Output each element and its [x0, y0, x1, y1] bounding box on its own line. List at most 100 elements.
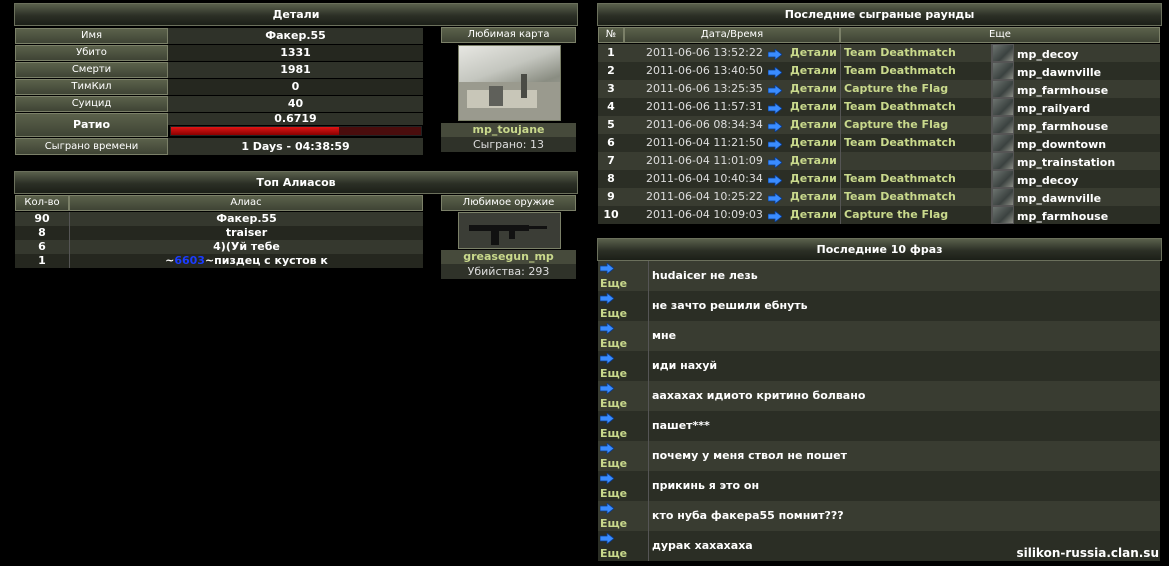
arrow-right-icon [767, 210, 783, 223]
phrase-more-link[interactable]: Еще [598, 501, 648, 531]
round-map-cell[interactable]: mp_decoy [992, 170, 1160, 188]
map-thumbnail [992, 80, 1014, 98]
round-map-cell[interactable]: mp_farmhouse [992, 80, 1160, 98]
alias-name[interactable]: ~6603~пиздец с кустов к [69, 254, 423, 268]
fav-map-header: Любимая карта [441, 27, 576, 43]
details-label-2: Убито [15, 45, 168, 61]
round-map-cell[interactable]: mp_railyard [992, 98, 1160, 116]
phrase-more-label: Еще [600, 397, 628, 410]
phrase-more-label: Еще [600, 307, 628, 320]
details-label-4: ТимКил [15, 79, 168, 95]
round-no: 4 [598, 98, 624, 116]
arrow-right-icon [767, 120, 783, 133]
round-map-cell[interactable]: mp_trainstation [992, 152, 1160, 170]
fav-weapon-header: Любимое оружие [441, 195, 576, 211]
phrase-text: мне [648, 321, 1160, 351]
round-map-cell[interactable]: mp_decoy [992, 44, 1160, 62]
phrase-more-link[interactable]: Еще [598, 351, 648, 381]
arrow-right-icon [767, 102, 783, 115]
round-mode[interactable]: Capture the Flag [840, 80, 992, 98]
round-details-label: Детали [790, 100, 837, 113]
arrow-right-icon [767, 192, 783, 205]
phrase-more-link[interactable]: Еще [598, 381, 648, 411]
round-no: 7 [598, 152, 624, 170]
phrase-more-label: Еще [600, 337, 628, 350]
round-details-link[interactable]: Детали [767, 206, 840, 224]
phrase-more-link[interactable]: Еще [598, 531, 648, 561]
phrase-more-link[interactable]: Еще [598, 261, 648, 291]
round-mode[interactable]: Team Deathmatch [840, 188, 992, 206]
phrase-text: почему у меня ствол не пошет [648, 441, 1160, 471]
round-no: 5 [598, 116, 624, 134]
rounds-panel-header: Последние сыграные раунды [597, 3, 1162, 26]
fav-weapon-image [458, 212, 561, 249]
round-map-cell[interactable]: mp_farmhouse [992, 116, 1160, 134]
arrow-right-icon [767, 156, 783, 169]
round-details-link[interactable]: Детали [767, 152, 840, 170]
arrow-right-icon [599, 532, 615, 545]
round-map: mp_railyard [1017, 102, 1091, 115]
round-map: mp_trainstation [1017, 156, 1116, 169]
fav-weapon-kills: Убийства: 293 [467, 265, 550, 278]
round-no: 3 [598, 80, 624, 98]
round-mode[interactable]: Team Deathmatch [840, 62, 992, 80]
aliases-title: Топ Алиасов [256, 176, 336, 189]
round-map: mp_farmhouse [1017, 210, 1109, 223]
fav-weapon-name[interactable]: greasegun_mp [463, 250, 554, 263]
round-map-cell[interactable]: mp_dawnville [992, 188, 1160, 206]
details-value-3: 1981 [168, 62, 423, 78]
phrase-more-link[interactable]: Еще [598, 291, 648, 321]
round-mode[interactable]: Team Deathmatch [840, 44, 992, 62]
alias-name[interactable]: 4)(Уй тебе [69, 240, 423, 254]
aliases-col-alias: Алиас [69, 195, 423, 211]
alias-count: 6 [15, 240, 69, 254]
round-mode[interactable]: Team Deathmatch [840, 98, 992, 116]
round-details-link[interactable]: Детали [767, 170, 840, 188]
phrase-more-link[interactable]: Еще [598, 321, 648, 351]
round-details-link[interactable]: Детали [767, 80, 840, 98]
round-details-label: Детали [790, 82, 837, 95]
aliases-col-count: Кол-во [15, 195, 69, 211]
round-no: 2 [598, 62, 624, 80]
round-map: mp_farmhouse [1017, 84, 1109, 97]
arrow-right-icon [599, 262, 615, 275]
phrase-more-link[interactable]: Еще [598, 471, 648, 501]
phrase-more-link[interactable]: Еще [598, 411, 648, 441]
round-mode[interactable] [840, 152, 992, 170]
alias-name[interactable]: Факер.55 [69, 212, 423, 226]
col-date-label: Дата/Время [700, 29, 764, 40]
details-label-1: Имя [15, 28, 168, 44]
map-thumbnail [992, 116, 1014, 134]
round-map-cell[interactable]: mp_farmhouse [992, 206, 1160, 224]
round-mode[interactable]: Capture the Flag [840, 116, 992, 134]
phrase-more-link[interactable]: Еще [598, 441, 648, 471]
round-map-cell[interactable]: mp_downtown [992, 134, 1160, 152]
phrase-text: hudaicer не лезь [648, 261, 1160, 291]
round-map-cell[interactable]: mp_dawnville [992, 62, 1160, 80]
round-no: 9 [598, 188, 624, 206]
round-details-link[interactable]: Детали [767, 62, 840, 80]
fav-map-name[interactable]: mp_toujane [473, 123, 545, 136]
map-preview-graphic [459, 74, 560, 120]
round-map: mp_downtown [1017, 138, 1107, 151]
round-details-link[interactable]: Детали [767, 116, 840, 134]
phrase-text: кто нуба факера55 помнит??? [648, 501, 1160, 531]
round-details-label: Детали [790, 64, 837, 77]
round-details-link[interactable]: Детали [767, 134, 840, 152]
round-mode[interactable]: Capture the Flag [840, 206, 992, 224]
phrases-panel-header: Последние 10 фраз [597, 238, 1162, 261]
round-details-link[interactable]: Детали [767, 98, 840, 116]
col-more-label: Еще [989, 29, 1011, 40]
round-details-link[interactable]: Детали [767, 44, 840, 62]
phrase-text: пашет*** [648, 411, 1160, 441]
map-thumbnail [992, 170, 1014, 188]
fav-map-played-box: Сыграно: 13 [441, 137, 576, 152]
round-mode[interactable]: Team Deathmatch [840, 170, 992, 188]
fav-weapon-name-box: greasegun_mp [441, 250, 576, 264]
alias-name[interactable]: traiser [69, 226, 423, 240]
rounds-col-more: Еще [840, 27, 1160, 43]
round-details-link[interactable]: Детали [767, 188, 840, 206]
fav-map-name-box: mp_toujane [441, 123, 576, 137]
col-no-label: № [605, 29, 617, 40]
round-mode[interactable]: Team Deathmatch [840, 134, 992, 152]
